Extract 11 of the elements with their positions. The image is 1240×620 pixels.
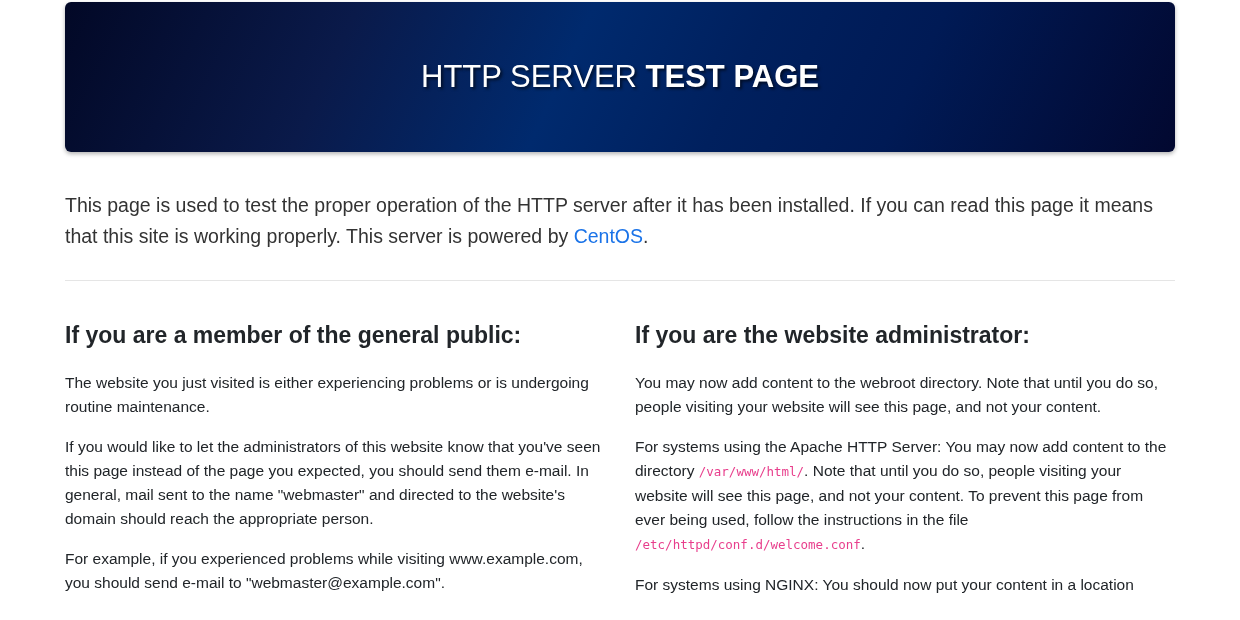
paragraph: For example, if you experienced problems while visiting www.example.com, you should send e-mail to "webmaster@example.com". [65,549,584,593]
paragraph: For systems using NGINX: You should now put your content in a location [635,575,1135,595]
centos-link[interactable]: CentOS [573,225,644,247]
paragraph: The website you just visited is either experiencing problems or is undergoing routine maintenance. [65,373,590,417]
intro-paragraph: This page is used to test the proper operation of the HTTP server after it has been installed. If you can read this page it means that this site is working properly. This server is powered by CentOS. [65,193,1154,249]
paragraph: If you would like to let the administrators of this website know that you've seen this page instead of the page you expected, you should send them e-mail. In general, mail sent to the name "webmaster" and directed to the website's domain should reach the appropriate person. [65,437,602,529]
section-heading: If you are a member of the general public: [65,321,523,350]
section-heading: If you are the website administrator: [635,321,1031,350]
page-title: HTTP SERVER TEST PAGE [421,59,819,95]
paragraph: You may now add content to the webroot directory. Note that until you do so, people visiting your website will see this page, and not your content. [635,373,1159,417]
paragraph: For systems using the Apache HTTP Server: You may now add content to the directory /var/www/html/. Note that until you do so, people visiting your website will see this page, and not your content. To prevent this page from ever being used, follow the instructions in the file /etc/httpd/conf.d/welcome.conf. [635,437,1168,554]
